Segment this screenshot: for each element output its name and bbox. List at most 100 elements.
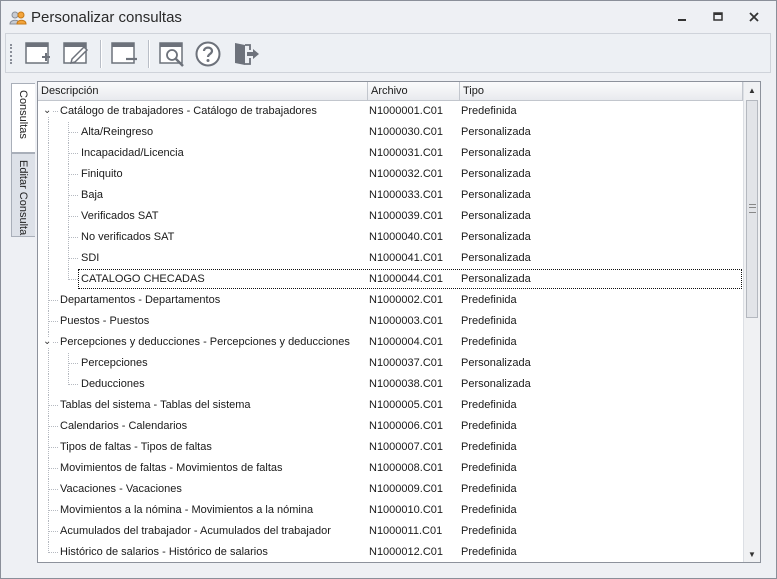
cell-descripcion: Baja bbox=[81, 189, 104, 201]
cell-descripcion: Departamentos - Departamentos bbox=[60, 294, 221, 306]
preview-query-button[interactable] bbox=[156, 38, 188, 70]
tree-connector bbox=[48, 426, 58, 427]
tree-connector bbox=[48, 500, 49, 521]
new-query-icon bbox=[25, 42, 50, 64]
chevron-down-icon[interactable]: ⌄ bbox=[43, 106, 53, 116]
table-row[interactable]: Histórico de salarios - Histórico de sal… bbox=[38, 542, 743, 562]
minimize-button[interactable] bbox=[669, 7, 695, 27]
table-row[interactable]: Verificados SAT N1000039.C01 Personalizada bbox=[38, 206, 743, 227]
chevron-down-icon[interactable]: ⌄ bbox=[43, 337, 53, 347]
toolbar-separator bbox=[100, 40, 102, 68]
tab-editar-consulta-label: Editar Consulta bbox=[17, 160, 29, 236]
table-row[interactable]: Baja N1000033.C01 Personalizada bbox=[38, 185, 743, 206]
cell-archivo: N1000037.C01 bbox=[369, 357, 444, 369]
cell-tipo: Personalizada bbox=[461, 189, 531, 201]
table-row[interactable]: Tipos de faltas - Tipos de faltas N100000… bbox=[38, 437, 743, 458]
cell-descripcion: Movimientos a la nómina - Movimientos a … bbox=[60, 504, 314, 516]
column-header-tipo[interactable]: Tipo bbox=[460, 82, 743, 100]
table-row[interactable]: Puestos - Puestos N1000003.C01 Predefinida bbox=[38, 311, 743, 332]
cell-tipo: Predefinida bbox=[461, 399, 517, 411]
tree-connector bbox=[68, 258, 78, 259]
tree-connector bbox=[48, 164, 49, 185]
cell-archivo: N1000005.C01 bbox=[369, 399, 444, 411]
tree-connector bbox=[68, 237, 78, 238]
cell-archivo: N1000001.C01 bbox=[369, 105, 444, 117]
scroll-down-button[interactable]: ▼ bbox=[744, 546, 760, 562]
table-row[interactable]: Movimientos a la nómina - Movimientos a … bbox=[38, 500, 743, 521]
cell-descripcion: Alta/Reingreso bbox=[81, 126, 154, 138]
cell-archivo: N1000003.C01 bbox=[369, 315, 444, 327]
table-row[interactable]: Vacaciones - Vacaciones N1000009.C01 Prede… bbox=[38, 479, 743, 500]
personalizar-consultas-window: Personalizar consultas Consultas Editar … bbox=[0, 0, 777, 579]
close-button[interactable] bbox=[741, 7, 767, 27]
tab-consultas[interactable]: Consultas bbox=[11, 83, 35, 153]
title-bar[interactable]: Personalizar consultas bbox=[1, 1, 776, 33]
preview-query-icon bbox=[159, 42, 184, 67]
column-header-descripcion[interactable]: Descripción bbox=[38, 82, 368, 100]
toolbar-grip[interactable] bbox=[10, 44, 14, 64]
cell-tipo: Predefinida bbox=[461, 315, 517, 327]
tree-connector bbox=[48, 395, 49, 416]
tree-connector bbox=[48, 447, 58, 448]
table-row[interactable]: SDI N1000041.C01 Personalizada bbox=[38, 248, 743, 269]
cell-archivo: N1000011.C01 bbox=[369, 525, 443, 537]
cell-archivo: N1000030.C01 bbox=[369, 126, 444, 138]
table-row-selected[interactable]: CATALOGO CHECADAS N1000044.C01 Personaliza… bbox=[38, 269, 743, 290]
cell-descripcion: Catálogo de trabajadores - Catálogo de t… bbox=[60, 105, 317, 117]
tab-editar-consulta[interactable]: Editar Consulta bbox=[11, 153, 35, 237]
scroll-up-button[interactable]: ▲ bbox=[744, 82, 760, 98]
new-query-button[interactable] bbox=[22, 38, 54, 70]
tree-connector bbox=[48, 542, 49, 553]
cell-archivo: N1000002.C01 bbox=[369, 294, 444, 306]
table-row[interactable]: No verificados SAT N1000040.C01 Personaliz… bbox=[38, 227, 743, 248]
table-row[interactable]: Deducciones N1000038.C01 Personalizada bbox=[38, 374, 743, 395]
cell-tipo: Personalizada bbox=[461, 126, 531, 138]
tree-connector bbox=[68, 153, 78, 154]
tree-connector bbox=[68, 216, 78, 217]
edit-query-icon bbox=[63, 42, 89, 65]
delete-query-button[interactable] bbox=[108, 38, 140, 70]
cell-descripcion: Deducciones bbox=[81, 378, 145, 390]
users-query-icon bbox=[9, 11, 27, 25]
table-row[interactable]: ⌄ Catálogo de trabajadores - Catálogo de … bbox=[38, 101, 743, 122]
cell-descripcion: Percepciones bbox=[81, 357, 148, 369]
vertical-scrollbar[interactable]: ▲ ▼ bbox=[743, 82, 760, 562]
exit-icon bbox=[235, 43, 259, 65]
column-header-archivo[interactable]: Archivo bbox=[368, 82, 460, 100]
tree-connector bbox=[48, 143, 49, 164]
cell-archivo: N1000039.C01 bbox=[369, 210, 444, 222]
table-row[interactable]: Movimientos de faltas - Movimientos de f… bbox=[38, 458, 743, 479]
scrollbar-thumb[interactable] bbox=[746, 100, 758, 318]
edit-query-button[interactable] bbox=[60, 38, 92, 70]
table-row[interactable]: Percepciones N1000037.C01 Personalizada bbox=[38, 353, 743, 374]
tree-connector bbox=[68, 132, 78, 133]
help-button[interactable] bbox=[192, 38, 224, 70]
close-icon bbox=[749, 12, 759, 22]
exit-button[interactable] bbox=[230, 38, 262, 70]
tree-connector bbox=[48, 227, 49, 248]
cell-descripcion: Percepciones y deducciones - Percepcione… bbox=[60, 336, 350, 348]
cell-descripcion: Verificados SAT bbox=[81, 210, 159, 222]
cell-tipo: Personalizada bbox=[461, 378, 531, 390]
table-row[interactable]: Incapacidad/Licencia N1000031.C01 Personal… bbox=[38, 143, 743, 164]
cell-tipo: Predefinida bbox=[461, 546, 517, 558]
maximize-button[interactable] bbox=[705, 7, 731, 27]
table-row[interactable]: Alta/Reingreso N1000030.C01 Personalizada bbox=[38, 122, 743, 143]
maximize-icon bbox=[713, 12, 723, 21]
table-row[interactable]: Tablas del sistema - Tablas del sistema N… bbox=[38, 395, 743, 416]
table-row[interactable]: Departamentos - Departamentos N1000002.C0… bbox=[38, 290, 743, 311]
tree-connector bbox=[48, 206, 49, 227]
table-row[interactable]: Acumulados del trabajador - Acumulados d… bbox=[38, 521, 743, 542]
table-row[interactable]: Calendarios - Calendarios N1000006.C01 Pre… bbox=[38, 416, 743, 437]
tree-connector bbox=[48, 269, 49, 290]
table-row[interactable]: Finiquito N1000032.C01 Personalizada bbox=[38, 164, 743, 185]
cell-archivo: N1000032.C01 bbox=[369, 168, 444, 180]
tree-connector bbox=[68, 195, 78, 196]
cell-archivo: N1000004.C01 bbox=[369, 336, 444, 348]
tree-connector bbox=[68, 384, 78, 385]
arrow-down-icon: ▼ bbox=[748, 549, 756, 559]
tree-connector bbox=[48, 479, 49, 500]
cell-tipo: Personalizada bbox=[461, 147, 531, 159]
table-row[interactable]: ⌄ Percepciones y deducciones - Percepcion… bbox=[38, 332, 743, 353]
selection-focus-outline bbox=[78, 269, 742, 289]
